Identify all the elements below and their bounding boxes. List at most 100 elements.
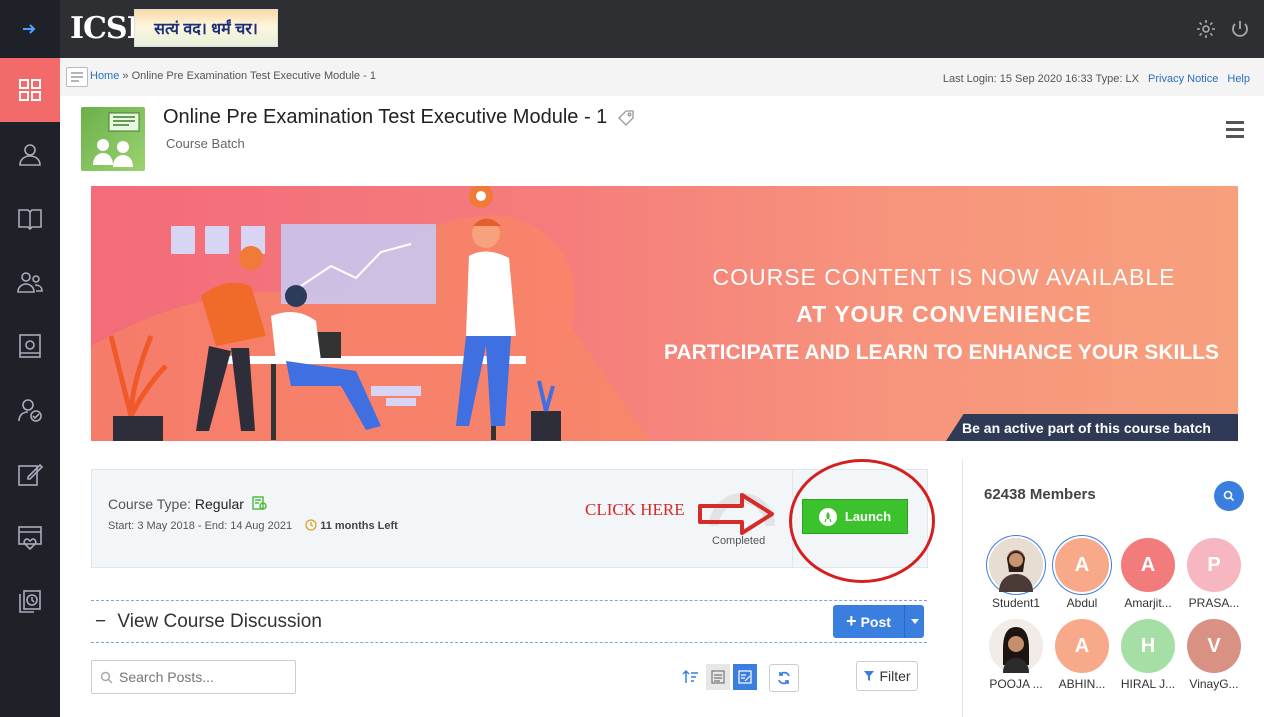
breadcrumb-bar: Home » Online Pre Examination Test Execu… xyxy=(60,58,1264,96)
course-subtitle: Course Batch xyxy=(166,136,245,151)
sort-icon xyxy=(682,669,698,683)
avatar: H xyxy=(1121,619,1175,673)
avatar xyxy=(989,538,1043,592)
time-left-text: 11 months Left xyxy=(320,520,398,532)
refresh-icon xyxy=(778,671,790,685)
gear-icon[interactable] xyxy=(1196,19,1216,39)
refresh-button[interactable] xyxy=(769,664,799,692)
course-type-value: Regular xyxy=(194,496,244,512)
avatar: V xyxy=(1187,619,1241,673)
sidebar-item-groups[interactable] xyxy=(0,250,60,314)
sidebar-item-dashboard[interactable] xyxy=(0,58,60,122)
sidebar-item-certificate[interactable] xyxy=(0,506,60,570)
power-icon[interactable] xyxy=(1230,19,1250,39)
discussion-title[interactable]: − View Course Discussion xyxy=(95,611,322,633)
sidebar-item-profile[interactable] xyxy=(0,122,60,186)
avatar: A xyxy=(1055,538,1109,592)
logo-motto: सत्यं वद। धर्मं चर। xyxy=(134,9,278,47)
history-icon xyxy=(19,590,41,613)
launch-highlight-circle xyxy=(789,459,935,583)
edit-icon xyxy=(18,463,44,486)
member-item[interactable]: P PRASA... xyxy=(1181,538,1247,610)
arrow-right-icon xyxy=(23,24,36,34)
member-item[interactable]: POOJA ... xyxy=(983,619,1049,691)
users-icon xyxy=(17,272,43,293)
member-item[interactable]: Student1 xyxy=(983,538,1049,610)
course-title-text: Online Pre Examination Test Executive Mo… xyxy=(163,106,608,128)
book-icon xyxy=(18,209,42,231)
members-search-button[interactable] xyxy=(1214,481,1244,511)
member-item[interactable]: V VinayG... xyxy=(1181,619,1247,691)
member-name: POOJA ... xyxy=(989,677,1043,691)
list-view-button[interactable] xyxy=(706,664,730,690)
sidebar-item-edit[interactable] xyxy=(0,442,60,506)
member-item[interactable]: A ABHIN... xyxy=(1049,619,1115,691)
member-item[interactable]: H HIRAL J... xyxy=(1115,619,1181,691)
course-title: Online Pre Examination Test Executive Mo… xyxy=(163,106,635,129)
avatar xyxy=(989,619,1043,673)
caret-down-icon xyxy=(910,618,919,624)
post-dropdown-toggle[interactable] xyxy=(904,605,924,638)
breadcrumb-separator: » xyxy=(119,70,132,82)
search-icon xyxy=(1223,490,1235,502)
sidebar xyxy=(0,0,60,717)
member-name: HIRAL J... xyxy=(1120,677,1176,691)
breadcrumb-current: Online Pre Examination Test Executive Mo… xyxy=(131,70,376,82)
last-login: Last Login: 15 Sep 2020 16:33 Type: LX P… xyxy=(943,73,1250,85)
banner-line-3: PARTICIPATE AND LEARN TO ENHANCE YOUR SK… xyxy=(664,341,1219,364)
search-posts-input[interactable] xyxy=(119,669,279,685)
menu-toggle[interactable] xyxy=(66,67,88,87)
completed-label: Completed xyxy=(712,535,766,547)
post-label: Post xyxy=(860,613,891,630)
user-check-icon xyxy=(18,399,42,422)
discussion-title-text: View Course Discussion xyxy=(117,611,322,632)
course-banner: COURSE CONTENT IS NOW AVAILABLE AT YOUR … xyxy=(91,186,1238,441)
sidebar-item-history[interactable] xyxy=(0,570,60,634)
click-here-annotation: CLICK HERE xyxy=(585,500,685,519)
user-icon xyxy=(19,144,41,166)
post-button[interactable]: + Post xyxy=(833,605,924,638)
banner-line-1: COURSE CONTENT IS NOW AVAILABLE xyxy=(712,264,1176,290)
edit-note-icon xyxy=(738,670,752,684)
tag-icon[interactable] xyxy=(617,109,635,127)
sort-button[interactable] xyxy=(679,664,703,690)
sidebar-item-user-check[interactable] xyxy=(0,378,60,442)
sidebar-toggle[interactable] xyxy=(0,0,60,58)
avatar: A xyxy=(1055,619,1109,673)
member-name: VinayG... xyxy=(1189,677,1239,691)
banner-line-2: AT YOUR CONVENIENCE xyxy=(796,301,1092,327)
privacy-notice-link[interactable]: Privacy Notice xyxy=(1148,73,1218,85)
sidebar-item-settings-book[interactable] xyxy=(0,314,60,378)
arrow-right-annotation-icon xyxy=(698,493,774,535)
certificate-icon xyxy=(252,496,267,510)
search-posts-box[interactable] xyxy=(91,660,296,694)
members-count: 62438 Members xyxy=(984,486,1096,503)
certificate-heart-icon xyxy=(18,526,42,551)
member-item[interactable]: A Amarjit... xyxy=(1115,538,1181,610)
discussion-header: − View Course Discussion + Post xyxy=(91,600,927,643)
plus-icon: + xyxy=(846,611,857,631)
member-name: PRASA... xyxy=(1188,596,1240,610)
filter-button[interactable]: Filter xyxy=(856,661,918,691)
last-login-text: Last Login: 15 Sep 2020 16:33 Type: LX xyxy=(942,73,1139,85)
card-view-button[interactable] xyxy=(733,664,757,690)
breadcrumb: Home » Online Pre Examination Test Execu… xyxy=(90,70,376,82)
course-date-range: Start: 3 May 2018 - End: 14 Aug 2021 xyxy=(108,520,293,532)
book-gear-icon xyxy=(19,334,41,358)
collapse-icon[interactable]: − xyxy=(95,611,106,632)
icsi-logo[interactable]: ICSI सत्यं वद। धर्मं चर। xyxy=(70,9,278,47)
grid-icon xyxy=(19,79,41,101)
time-left: 11 months Left xyxy=(305,519,398,532)
list-icon xyxy=(71,72,83,82)
member-item[interactable]: A Abdul xyxy=(1049,538,1115,610)
course-thumbnail xyxy=(81,107,145,171)
post-button-main[interactable]: + Post xyxy=(833,605,904,638)
help-link[interactable]: Help xyxy=(1227,73,1250,85)
top-bar: ICSI सत्यं वद। धर्मं चर। xyxy=(60,0,1264,58)
sidebar-item-courses[interactable] xyxy=(0,186,60,250)
breadcrumb-home[interactable]: Home xyxy=(90,70,119,82)
hamburger-menu-icon[interactable] xyxy=(1226,121,1244,142)
member-name: ABHIN... xyxy=(1058,677,1106,691)
members-panel: 62438 Members Student1 A Abdul A Amarjit… xyxy=(962,460,1264,717)
banner-illustration xyxy=(91,186,651,441)
